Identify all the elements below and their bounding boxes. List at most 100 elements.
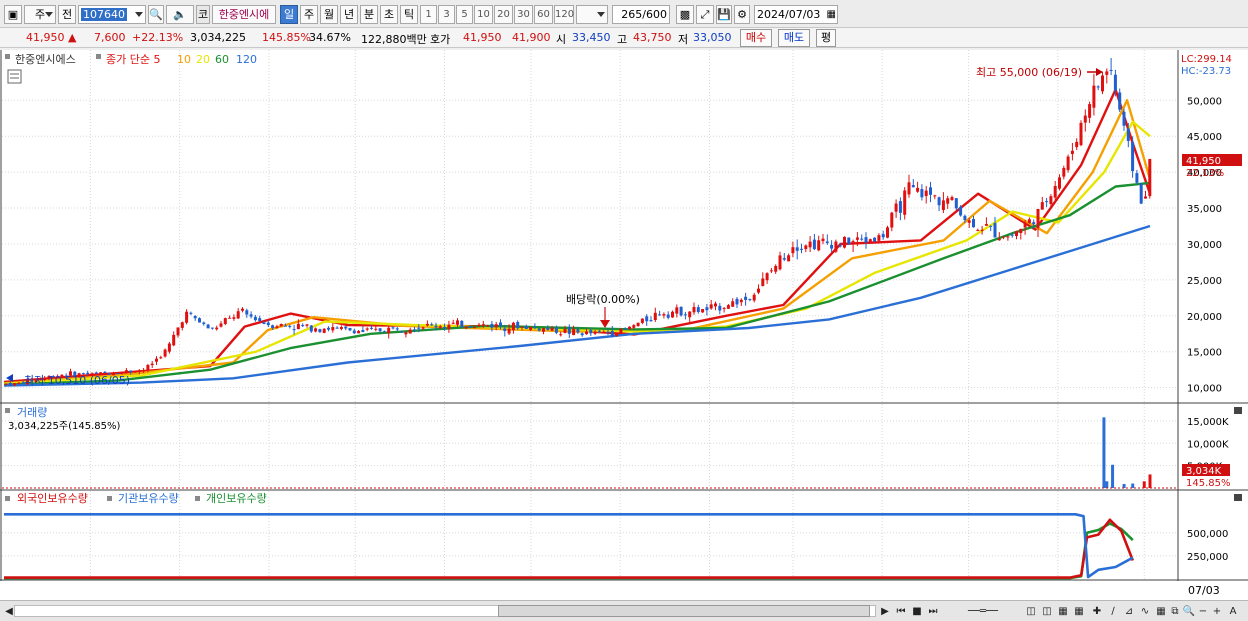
period-tab-year[interactable]: 년 <box>340 5 358 24</box>
font-size-icon[interactable]: A <box>1226 605 1240 618</box>
current-price: 41,950 ▲ <box>26 31 77 44</box>
candle-body <box>546 327 550 330</box>
tool-icon-3[interactable]: ▦ <box>1056 605 1070 618</box>
table-toggle-icon[interactable] <box>7 69 22 84</box>
candle-body <box>860 238 864 240</box>
candle-body <box>314 328 318 332</box>
tool-icon-4[interactable]: ▦ <box>1072 605 1086 618</box>
candle-body <box>8 382 12 386</box>
minute-option-20[interactable]: 20 <box>494 5 513 24</box>
holding-panel-close-icon[interactable] <box>1234 494 1242 501</box>
first-page-icon[interactable]: ⏮ <box>894 605 908 618</box>
candle-body <box>761 278 765 286</box>
candle-body <box>357 330 361 334</box>
minute-option-3[interactable]: 3 <box>438 5 455 24</box>
minute-option-120[interactable]: 120 <box>554 5 574 24</box>
period-tab-week[interactable]: 주 <box>300 5 318 24</box>
search-icon[interactable]: 🔍 <box>148 5 164 24</box>
minute-option-30[interactable]: 30 <box>514 5 533 24</box>
copy-icon[interactable]: ⧉ <box>1168 605 1182 618</box>
zoom-in-icon[interactable]: + <box>1210 605 1224 618</box>
buy-button[interactable]: 매수 <box>740 29 772 47</box>
candle-body <box>1088 104 1092 118</box>
candle-body <box>782 258 786 260</box>
tool-icon-2[interactable]: ◫ <box>1040 605 1054 618</box>
wave-icon[interactable]: ∿ <box>1138 605 1152 618</box>
candle-body <box>1053 185 1057 198</box>
candle-body <box>271 325 275 329</box>
stop-icon[interactable]: ■ <box>910 605 924 618</box>
candle-body <box>408 329 412 334</box>
date-field[interactable]: 2024/07/03 ▦ <box>754 5 838 24</box>
save-icon[interactable]: 💾 <box>716 5 732 24</box>
tool-icon-1[interactable]: ◫ <box>1024 605 1038 618</box>
chart-menu-icon[interactable]: ▣ <box>4 5 22 24</box>
zoom-slider[interactable]: ──═── <box>948 605 1018 618</box>
candle-body <box>430 324 434 326</box>
prev-button[interactable]: 전 <box>58 5 76 24</box>
candle-body <box>146 365 150 370</box>
stock-code-input[interactable]: 107640 <box>78 5 146 24</box>
candle-body <box>765 273 769 281</box>
candle-body <box>632 325 636 328</box>
data-count-field[interactable]: 265/600 <box>612 5 670 24</box>
candle-body <box>649 320 653 322</box>
scroll-right-icon[interactable]: ▶ <box>878 605 892 618</box>
period-tab-second[interactable]: 초 <box>380 5 398 24</box>
panel-marker-icon <box>5 54 10 59</box>
scrollbar-thumb[interactable] <box>498 605 870 617</box>
sell-button[interactable]: 매도 <box>778 29 810 47</box>
candle-body <box>425 323 429 326</box>
grid-icon[interactable]: ▦ <box>1154 605 1168 618</box>
gear-icon[interactable]: ⚙ <box>734 5 750 24</box>
zoom-out-icon[interactable]: − <box>1196 605 1210 618</box>
period-tab-day[interactable]: 일 <box>280 5 298 24</box>
period-tab-month[interactable]: 월 <box>320 5 338 24</box>
candle-body <box>1109 69 1113 71</box>
candle-body <box>443 326 447 329</box>
chart-svg[interactable]: 10,00015,00020,00025,00030,00035,00040,0… <box>0 50 1248 600</box>
candle-body <box>993 223 997 238</box>
volume-panel-close-icon[interactable] <box>1234 407 1242 414</box>
candle-body <box>1118 92 1122 110</box>
cross-line-icon[interactable]: ✚ <box>1090 605 1104 618</box>
candle-body <box>980 229 984 231</box>
trend-line-icon[interactable]: ∕ <box>1106 605 1120 618</box>
candle-body <box>305 324 309 326</box>
minute-option-60[interactable]: 60 <box>534 5 553 24</box>
candle-body <box>576 329 580 333</box>
draw-tool-icon[interactable]: ⤢ <box>696 5 714 24</box>
weekly-selector[interactable]: 주 <box>24 5 56 24</box>
lc-label: LC:299.14 <box>1181 54 1232 65</box>
candle-type-icon[interactable]: ▩ <box>676 5 694 24</box>
minute-option-1[interactable]: 1 <box>420 5 437 24</box>
candle-body <box>301 325 305 327</box>
candle-body <box>365 328 369 330</box>
volume-panel-title: 거래량 <box>17 406 47 419</box>
volume-tick-label: 15,000K <box>1187 417 1229 428</box>
minute-option-10[interactable]: 10 <box>474 5 493 24</box>
calendar-icon[interactable]: ▦ <box>827 6 836 23</box>
candle-body <box>920 189 924 198</box>
candle-body <box>924 190 928 197</box>
zoom-icon[interactable]: 🔍 <box>1182 605 1196 618</box>
minute-option-5[interactable]: 5 <box>456 5 473 24</box>
period-tab-minute[interactable]: 분 <box>360 5 378 24</box>
eval-button[interactable]: 평 <box>816 29 836 47</box>
custom-period-select[interactable] <box>576 5 608 24</box>
period-tab-tick[interactable]: 틱 <box>400 5 418 24</box>
candle-body <box>1079 122 1083 146</box>
candle-body <box>206 324 210 329</box>
speaker-icon[interactable]: 🔈 <box>166 5 194 24</box>
candle-body <box>284 325 287 327</box>
candle-body <box>228 317 232 319</box>
last-page-icon[interactable]: ⏭ <box>926 605 940 618</box>
holding-panel-marker-icon <box>5 496 10 501</box>
high-price: 43,750 <box>633 31 672 44</box>
fan-line-icon[interactable]: ⊿ <box>1122 605 1136 618</box>
candle-body <box>352 330 356 334</box>
market-badge: 코 <box>196 5 210 24</box>
candle-body <box>202 322 206 325</box>
xaxis-right-label: 07/03 <box>1188 584 1220 597</box>
candle-body <box>851 241 855 245</box>
